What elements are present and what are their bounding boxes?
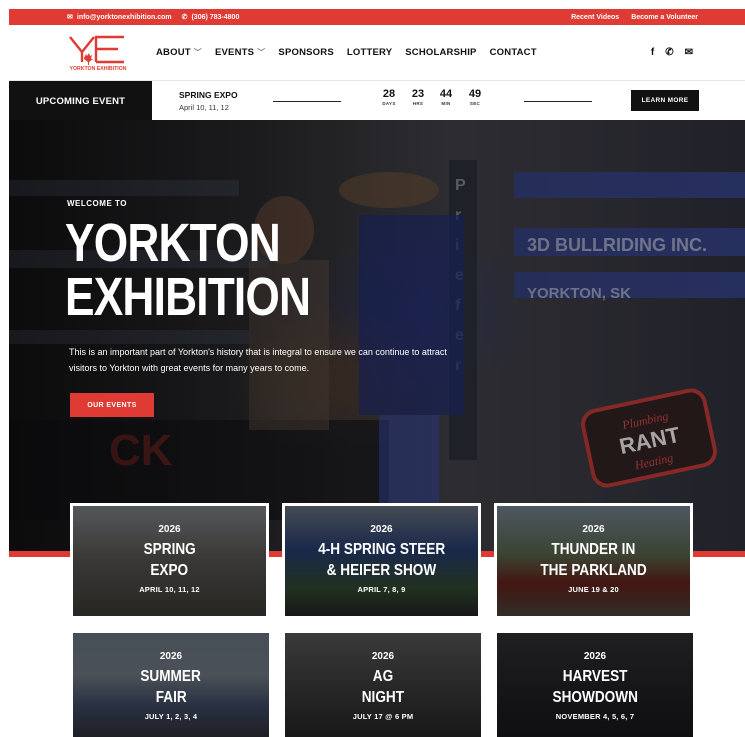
- card-year: 2026: [371, 651, 395, 662]
- nav-about-label: ABOUT: [156, 47, 191, 58]
- phone-link[interactable]: ✆ (306) 783-4800: [181, 13, 240, 22]
- card-text: 2026 AG NIGHT JULY 17 @ 6 PM: [285, 651, 481, 721]
- hero-title: YORKTON EXHIBITION: [65, 213, 311, 327]
- event-name: SPRING EXPO: [179, 90, 238, 100]
- chevron-down-icon: ﹀: [257, 48, 266, 57]
- card-date: JULY 1, 2, 3, 4: [144, 712, 198, 721]
- card-title-line2: EXPO: [150, 562, 189, 579]
- event-date: April 10, 11, 12: [179, 103, 229, 112]
- email-text: info@yorktonexhibition.com: [76, 13, 172, 21]
- card-year: 2026: [583, 651, 607, 662]
- card-date: NOVEMBER 4, 5, 6, 7: [555, 712, 635, 721]
- card-title-line2: & HEIFER SHOW: [326, 562, 437, 579]
- main-nav: ABOUT ﹀ EVENTS ﹀ SPONSORS LOTTERY SCHOLA…: [156, 25, 537, 80]
- hero-overlay: [9, 120, 745, 557]
- card-year: 2026: [158, 524, 181, 535]
- upcoming-event-label: UPCOMING EVENT: [9, 81, 152, 121]
- event-card-summer-fair[interactable]: 2026 SUMMER FAIR JULY 1, 2, 3, 4: [73, 633, 269, 737]
- hero-title-line1: YORKTON: [65, 213, 281, 273]
- our-events-button[interactable]: OUR EVENTS: [70, 393, 154, 417]
- event-card-thunder-parkland[interactable]: 2026 THUNDER IN THE PARKLAND JUNE 19 & 2…: [494, 503, 693, 619]
- countdown-seconds: 49 SEC: [463, 88, 487, 106]
- countdown-value: 23: [411, 88, 425, 100]
- nav-sponsors[interactable]: SPONSORS: [278, 47, 333, 58]
- countdown-value: 28: [382, 88, 396, 100]
- top-bar: ✉ info@yorktonexhibition.com ✆ (306) 783…: [9, 9, 745, 25]
- card-date: JULY 17 @ 6 PM: [352, 712, 414, 721]
- facebook-icon[interactable]: f: [651, 47, 654, 58]
- event-card-ag-night[interactable]: 2026 AG NIGHT JULY 17 @ 6 PM: [285, 633, 481, 737]
- logo-text: YORKTON EXHIBITION: [70, 66, 127, 72]
- email-link[interactable]: ✉ info@yorktonexhibition.com: [67, 13, 172, 22]
- nav-sponsors-label: SPONSORS: [278, 47, 334, 58]
- card-date: APRIL 7, 8, 9: [357, 585, 406, 594]
- countdown-value: 44: [439, 88, 453, 100]
- recent-videos-link[interactable]: Recent Videos: [571, 14, 619, 21]
- hero-title-line2: EXHIBITION: [65, 267, 311, 327]
- card-text: 2026 4-H SPRING STEER & HEIFER SHOW APRI…: [285, 524, 478, 594]
- card-title-line1: SUMMER: [140, 668, 202, 685]
- card-title-line1: SPRING: [143, 541, 196, 558]
- social-links: f ✆ ✉: [651, 25, 693, 80]
- nav-scholarship-label: SCHOLARSHIP: [405, 47, 477, 58]
- countdown-minutes: 44 MIN: [434, 88, 458, 106]
- envelope-icon[interactable]: ✉: [685, 47, 693, 58]
- envelope-icon: ✉: [67, 14, 73, 21]
- card-year: 2026: [582, 524, 605, 535]
- hero-welcome: WELCOME TO: [67, 199, 127, 208]
- phone-text: (306) 783-4800: [191, 13, 240, 21]
- event-card-harvest-showdown[interactable]: 2026 HARVEST SHOWDOWN NOVEMBER 4, 5, 6, …: [497, 633, 693, 737]
- learn-more-button[interactable]: LEARN MORE: [631, 90, 699, 111]
- countdown-unit: SEC: [469, 101, 481, 106]
- card-year: 2026: [370, 524, 393, 535]
- countdown-unit: HRS: [412, 101, 424, 106]
- card-text: 2026 SPRING EXPO APRIL 10, 11, 12: [73, 524, 266, 594]
- nav-lottery[interactable]: LOTTERY: [347, 47, 392, 58]
- countdown-days: 28 DAYS: [377, 88, 401, 106]
- card-text: 2026 THUNDER IN THE PARKLAND JUNE 19 & 2…: [497, 524, 690, 594]
- divider-line: [273, 101, 341, 102]
- nav-lottery-label: LOTTERY: [346, 47, 393, 58]
- card-title-line2: SHOWDOWN: [552, 689, 638, 706]
- countdown-unit: DAYS: [382, 101, 396, 106]
- countdown-value: 49: [468, 88, 482, 100]
- card-text: 2026 HARVEST SHOWDOWN NOVEMBER 4, 5, 6, …: [497, 651, 693, 721]
- nav-events-label: EVENTS: [214, 47, 255, 58]
- card-title-line1: HARVEST: [562, 668, 628, 685]
- card-title-line1: THUNDER IN: [551, 541, 636, 558]
- become-volunteer-link[interactable]: Become a Volunteer: [631, 14, 698, 21]
- card-text: 2026 SUMMER FAIR JULY 1, 2, 3, 4: [73, 651, 269, 721]
- card-title-line2: FAIR: [155, 689, 187, 706]
- event-card-4h-show[interactable]: 2026 4-H SPRING STEER & HEIFER SHOW APRI…: [282, 503, 481, 619]
- card-title-line2: NIGHT: [361, 689, 405, 706]
- phone-icon: ✆: [181, 14, 188, 21]
- nav-events[interactable]: EVENTS ﹀: [215, 47, 265, 58]
- card-date: APRIL 10, 11, 12: [139, 585, 200, 594]
- divider-line: [524, 101, 592, 102]
- event-card-spring-expo[interactable]: 2026 SPRING EXPO APRIL 10, 11, 12: [70, 503, 269, 619]
- card-title-line1: AG: [372, 668, 394, 685]
- countdown-unit: MIN: [441, 101, 451, 106]
- nav-contact[interactable]: CONTACT: [490, 47, 537, 58]
- card-title-line2: THE PARKLAND: [540, 562, 647, 579]
- nav-contact-label: CONTACT: [489, 47, 537, 58]
- nav-scholarship[interactable]: SCHOLARSHIP: [405, 47, 476, 58]
- site-logo[interactable]: YORKTON EXHIBITION: [66, 34, 130, 72]
- hero-description: This is an important part of Yorkton's h…: [69, 347, 447, 373]
- countdown-hours: 23 HRS: [406, 88, 430, 106]
- card-date: JUNE 19 & 20: [568, 585, 619, 594]
- site-header: YORKTON EXHIBITION ABOUT ﹀ EVENTS ﹀ SPON…: [9, 25, 745, 80]
- upcoming-event-bar: UPCOMING EVENT SPRING EXPO April 10, 11,…: [9, 80, 745, 121]
- page: ✉ info@yorktonexhibition.com ✆ (306) 783…: [9, 9, 745, 737]
- card-title-line1: 4-H SPRING STEER: [318, 541, 445, 558]
- nav-about[interactable]: ABOUT ﹀: [156, 47, 202, 58]
- phone-icon[interactable]: ✆: [665, 47, 673, 58]
- card-year: 2026: [159, 651, 183, 662]
- hero-section: 3D BULLRIDING INC. YORKTON, SK Pri efer …: [9, 120, 745, 557]
- chevron-down-icon: ﹀: [193, 48, 202, 57]
